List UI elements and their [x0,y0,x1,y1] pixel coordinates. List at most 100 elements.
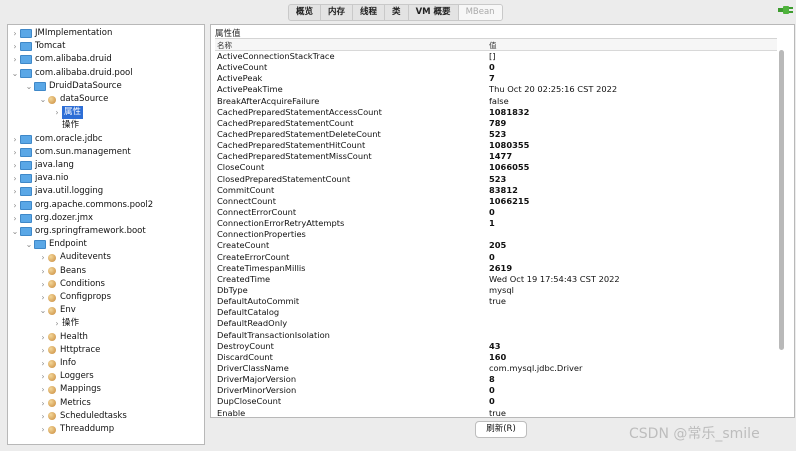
tree-node-label[interactable]: 属性 [62,106,84,120]
chevron-down-icon[interactable]: ⌄ [38,304,48,317]
tree-node[interactable]: ⌄ com.alibaba.druid.pool [10,67,133,80]
table-row[interactable]: Enable true [215,408,777,417]
table-row[interactable]: ConnectErrorCount 0 [215,207,777,218]
table-row[interactable]: ConnectionProperties [215,229,777,240]
chevron-right-icon[interactable]: › [38,410,48,423]
tree-node[interactable]: › JMImplementation [10,27,112,40]
tree-node-label[interactable]: java.nio [35,172,68,185]
tree-node-label[interactable]: Scheduledtasks [60,410,127,423]
tree-node-label[interactable]: Metrics [60,397,91,410]
table-row[interactable]: ClosedPreparedStatementCount 523 [215,174,777,185]
mbean-tree[interactable]: › JMImplementation › Tomcat › com.alibaba.dru… [7,24,205,445]
tree-node-label[interactable]: java.lang [35,159,74,172]
tree-node-label[interactable]: Mappings [60,383,101,396]
tree-node[interactable]: ⌄ dataSource [38,93,109,106]
tree-node-label[interactable]: Auditevents [60,251,111,264]
tree-node[interactable]: › Conditions [38,278,105,291]
tree-node-label[interactable]: Beans [60,265,86,278]
tree-node-label[interactable]: Env [60,304,76,317]
tree-node[interactable]: › Health [38,331,88,344]
tree-node[interactable]: › Threaddump [38,423,114,436]
tree-node-label[interactable]: java.util.logging [35,185,103,198]
tree-node[interactable]: › Httptrace [38,344,100,357]
tree-node-label[interactable]: org.apache.commons.pool2 [35,199,153,212]
tree-node-label[interactable]: org.springframework.boot [35,225,146,238]
tree-node-label[interactable]: Conditions [60,278,105,291]
table-row[interactable]: ActiveCount 0 [215,62,777,73]
table-row[interactable]: DefaultReadOnly [215,318,777,329]
table-row[interactable]: ActivePeak 7 [215,73,777,84]
chevron-right-icon[interactable]: › [38,357,48,370]
table-row[interactable]: CachedPreparedStatementCount 789 [215,118,777,129]
chevron-down-icon[interactable]: ⌄ [10,67,20,80]
table-row[interactable]: ActiveConnectionStackTrace [] [215,51,777,62]
chevron-right-icon[interactable]: › [10,27,20,40]
table-row[interactable]: CreatedTime Wed Oct 19 17:54:43 CST 2022 [215,274,777,285]
tree-node-label[interactable]: JMImplementation [35,27,112,40]
tree-node[interactable]: › Auditevents [38,251,111,264]
tab-1[interactable]: 内存 [321,5,354,20]
tree-node[interactable]: › Scheduledtasks [38,410,127,423]
table-row[interactable]: CommitCount 83812 [215,185,777,196]
table-row[interactable]: BreakAfterAcquireFailure false [215,96,777,107]
tree-node[interactable]: ⌄ org.springframework.boot [10,225,146,238]
tree-node-label[interactable]: dataSource [60,93,108,106]
table-row[interactable]: CachedPreparedStatementDeleteCount 523 [215,129,777,140]
tab-3[interactable]: 类 [385,5,409,20]
table-row[interactable]: DestroyCount 43 [215,341,777,352]
chevron-right-icon[interactable]: › [10,146,20,159]
tree-node-label[interactable]: Configprops [60,291,111,304]
tree-node-label[interactable]: Httptrace [60,344,100,357]
tree-node[interactable]: › 属性 [52,106,84,120]
tree-node[interactable]: › Mappings [38,383,101,396]
tree-node-label[interactable]: com.oracle.jdbc [35,133,103,146]
vertical-scrollbar[interactable] [777,38,787,415]
tree-node[interactable]: › Info [38,357,76,370]
tree-node-label[interactable]: 操作 [62,317,79,330]
table-row[interactable]: DefaultCatalog [215,307,777,318]
table-row[interactable]: DiscardCount 160 [215,352,777,363]
table-row[interactable]: DbType mysql [215,285,777,296]
tree-node-label[interactable]: com.alibaba.druid [35,53,112,66]
chevron-right-icon[interactable]: › [10,53,20,66]
tab-0[interactable]: 概览 [289,5,322,20]
scrollbar-thumb[interactable] [779,50,784,350]
table-row[interactable]: CreateErrorCount 0 [215,252,777,263]
chevron-down-icon[interactable]: ⌄ [10,225,20,238]
tree-node-label[interactable]: com.alibaba.druid.pool [35,67,133,80]
tree-node[interactable]: › com.alibaba.druid [10,53,112,66]
tree-node[interactable]: › Loggers [38,370,94,383]
chevron-right-icon[interactable]: › [10,212,20,225]
chevron-right-icon[interactable]: › [10,133,20,146]
table-row[interactable]: CachedPreparedStatementHitCount 1080355 [215,140,777,151]
chevron-right-icon[interactable]: › [10,185,20,198]
chevron-right-icon[interactable]: › [38,331,48,344]
tree-node-label[interactable]: com.sun.management [35,146,131,159]
refresh-button[interactable]: 刷新(R) [475,421,527,438]
tree-node[interactable]: › java.util.logging [10,185,103,198]
tab-2[interactable]: 线程 [353,5,386,20]
chevron-down-icon[interactable]: ⌄ [24,238,34,251]
chevron-right-icon[interactable]: › [38,291,48,304]
tree-node[interactable]: 操作 [52,119,79,132]
tree-node-label[interactable]: Endpoint [49,238,87,251]
table-row[interactable]: DupCloseCount 0 [215,396,777,407]
tree-node-label[interactable]: Loggers [60,370,94,383]
column-header-value[interactable]: 值 [489,40,497,51]
chevron-right-icon[interactable]: › [38,397,48,410]
tab-5[interactable]: MBean [458,5,502,20]
table-row[interactable]: ConnectCount 1066215 [215,196,777,207]
tree-node-label[interactable]: 操作 [62,119,79,132]
tree-node-label[interactable]: Info [60,357,76,370]
chevron-right-icon[interactable]: › [52,317,62,330]
tree-node[interactable]: › Metrics [38,397,91,410]
table-row[interactable]: ActivePeakTime Thu Oct 20 02:25:16 CST 20… [215,84,777,95]
tree-node[interactable]: › java.nio [10,172,68,185]
chevron-right-icon[interactable]: › [52,106,62,119]
tree-node-label[interactable]: Tomcat [35,40,65,53]
chevron-down-icon[interactable]: ⌄ [24,80,34,93]
tab-4[interactable]: VM 概要 [409,5,459,20]
tree-node[interactable]: › java.lang [10,159,74,172]
tree-node[interactable]: › 操作 [52,317,79,330]
tree-node[interactable]: ⌄ Endpoint [24,238,87,251]
